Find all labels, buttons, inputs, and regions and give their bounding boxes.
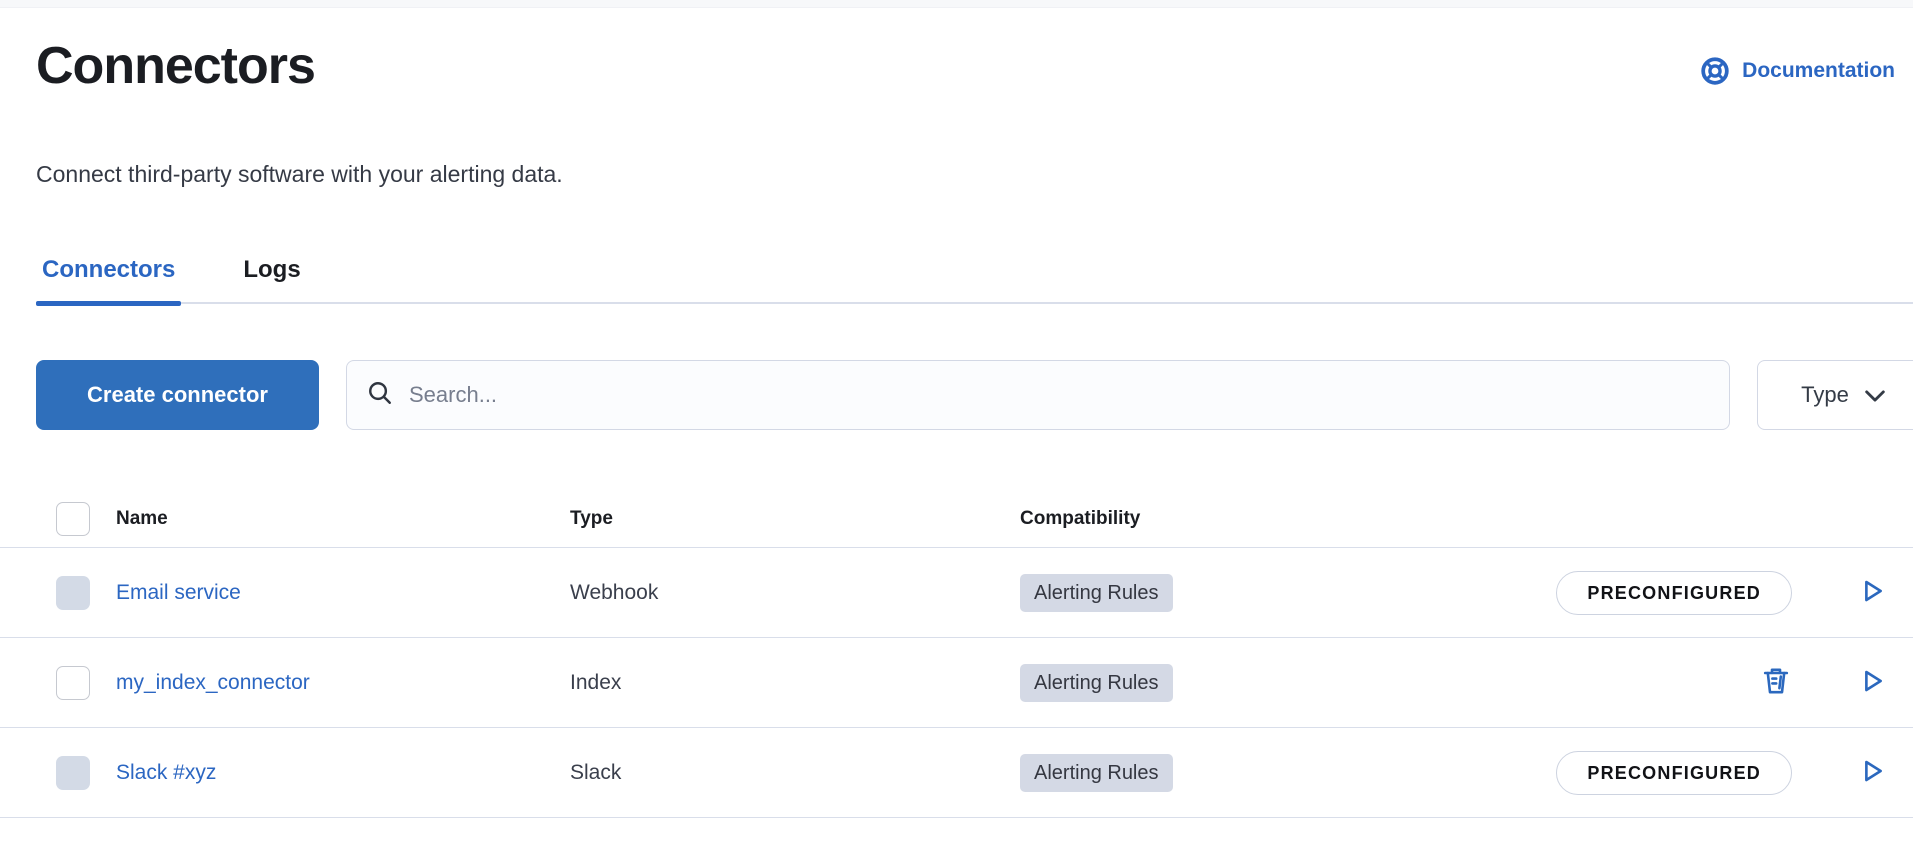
tab-bar: Connectors Logs — [36, 256, 1913, 304]
page-header: Connectors Documentation — [36, 34, 1913, 99]
toolbar: Create connector Type — [36, 360, 1913, 430]
select-all-checkbox[interactable] — [56, 502, 90, 536]
compatibility-badge: Alerting Rules — [1020, 754, 1173, 792]
column-header-type: Type — [570, 508, 1020, 530]
run-connector-button[interactable] — [1857, 576, 1887, 609]
connector-type: Slack — [570, 761, 621, 784]
search-icon — [367, 380, 409, 411]
search-input[interactable] — [409, 382, 1709, 408]
connector-type: Index — [570, 671, 621, 694]
tab-connectors[interactable]: Connectors — [36, 256, 181, 302]
table-row: Slack #xyz Slack Alerting Rules PRECONFI… — [0, 728, 1913, 818]
documentation-link[interactable]: Documentation — [1700, 56, 1895, 86]
search-box[interactable] — [346, 360, 1730, 430]
connector-type: Webhook — [570, 581, 658, 604]
type-filter-button[interactable]: Type — [1757, 360, 1913, 430]
column-header-compatibility: Compatibility — [1020, 508, 1510, 530]
connectors-table: Name Type Compatibility Email service We… — [0, 490, 1913, 818]
page-title: Connectors — [36, 34, 315, 99]
create-connector-button[interactable]: Create connector — [36, 360, 319, 430]
chevron-down-icon — [1865, 382, 1885, 408]
run-connector-button[interactable] — [1857, 756, 1887, 789]
connector-name-link[interactable]: my_index_connector — [116, 671, 310, 694]
row-checkbox[interactable] — [56, 666, 90, 700]
compatibility-badge: Alerting Rules — [1020, 664, 1173, 702]
type-filter-label: Type — [1801, 382, 1849, 408]
row-checkbox — [56, 576, 90, 610]
table-header-row: Name Type Compatibility — [0, 490, 1913, 548]
table-row: Email service Webhook Alerting Rules PRE… — [0, 548, 1913, 638]
play-icon — [1857, 576, 1887, 609]
column-header-name: Name — [90, 508, 570, 530]
compatibility-badge: Alerting Rules — [1020, 574, 1173, 612]
window-top-edge — [0, 0, 1913, 8]
preconfigured-badge: PRECONFIGURED — [1556, 571, 1792, 615]
play-icon — [1857, 666, 1887, 699]
documentation-label: Documentation — [1742, 59, 1895, 83]
connector-name-link[interactable]: Slack #xyz — [116, 761, 216, 784]
tab-logs[interactable]: Logs — [237, 256, 306, 302]
trash-icon — [1760, 665, 1792, 700]
row-checkbox — [56, 756, 90, 790]
delete-connector-button[interactable] — [1760, 665, 1792, 700]
table-row: my_index_connector Index Alerting Rules — [0, 638, 1913, 728]
play-icon — [1857, 756, 1887, 789]
run-connector-button[interactable] — [1857, 666, 1887, 699]
connector-name-link[interactable]: Email service — [116, 581, 241, 604]
page-subtitle: Connect third-party software with your a… — [36, 161, 1913, 188]
connectors-page: Connectors Documentation Connect third-p… — [0, 34, 1913, 818]
help-lifebuoy-icon — [1700, 56, 1730, 86]
preconfigured-badge: PRECONFIGURED — [1556, 751, 1792, 795]
